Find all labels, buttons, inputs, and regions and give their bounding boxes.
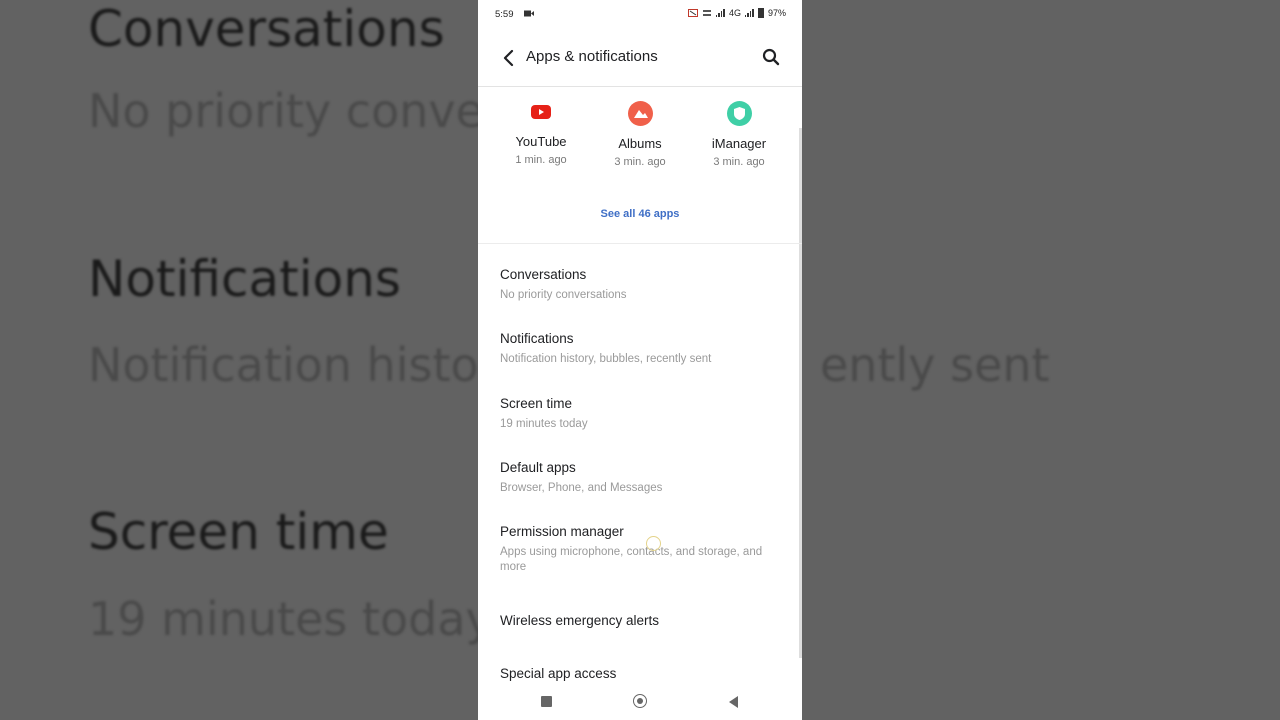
bg-sub-conversations: No priority conver	[88, 84, 503, 138]
item-subtitle: 19 minutes today	[500, 418, 588, 430]
bg-heading-screen-time: Screen time	[88, 503, 389, 561]
app-name: iManager	[711, 136, 767, 151]
section-divider	[478, 243, 802, 244]
video-camera-icon	[524, 10, 534, 17]
home-button[interactable]	[633, 694, 647, 708]
nfc-icon	[687, 9, 698, 17]
see-all-apps-link[interactable]: See all 46 apps	[478, 208, 802, 220]
network-type: 4G	[728, 8, 741, 18]
app-name: Albums	[618, 136, 662, 151]
volte-icon	[702, 10, 711, 16]
status-time: 5:59	[495, 9, 514, 20]
settings-item-conversations[interactable]: Conversations No priority conversations	[500, 266, 780, 303]
search-icon[interactable]	[760, 46, 782, 68]
settings-item-default-apps[interactable]: Default apps Browser, Phone, and Message…	[500, 459, 780, 496]
item-subtitle: Notification history, bubbles, recently …	[500, 353, 712, 365]
navigation-bar	[478, 686, 802, 720]
settings-item-special-app-access[interactable]: Special app access	[500, 665, 780, 683]
touch-indicator	[646, 536, 661, 551]
item-title: Wireless emergency alerts	[500, 613, 660, 628]
battery-percent: 97%	[767, 8, 786, 18]
recent-app-youtube[interactable]: YouTube 1 min. ago	[491, 96, 591, 166]
bg-sub-screen-time: 19 minutes today	[88, 592, 493, 646]
battery-icon	[757, 8, 764, 18]
settings-item-wireless-emergency-alerts[interactable]: Wireless emergency alerts	[500, 612, 780, 630]
settings-item-screen-time[interactable]: Screen time 19 minutes today	[500, 395, 780, 432]
item-title: Conversations	[500, 267, 587, 282]
app-last-used: 1 min. ago	[515, 154, 567, 166]
status-bar: 5:59 4G 97%	[478, 0, 802, 28]
nav-back-button[interactable]	[729, 696, 738, 708]
app-bar-divider	[478, 86, 802, 87]
signal-icon-2	[744, 9, 754, 17]
signal-icon-1	[715, 9, 725, 17]
recents-button[interactable]	[541, 696, 552, 707]
phone-screen: 5:59 4G 97% Apps & notifications YouTube…	[478, 0, 802, 720]
item-subtitle: No priority conversations	[500, 289, 627, 301]
bg-heading-notifications: Notifications	[88, 250, 401, 308]
bg-heading-conversations: Conversations	[88, 0, 445, 58]
recent-app-albums[interactable]: Albums 3 min. ago	[590, 96, 690, 168]
app-name: YouTube	[515, 134, 567, 149]
item-title: Screen time	[500, 396, 573, 411]
item-subtitle: Apps using microphone, contacts, and sto…	[500, 546, 763, 573]
albums-icon	[627, 101, 653, 126]
settings-item-notifications[interactable]: Notifications Notification history, bubb…	[500, 330, 780, 367]
app-last-used: 3 min. ago	[713, 156, 765, 168]
item-subtitle: Browser, Phone, and Messages	[500, 482, 663, 494]
page-title: Apps & notifications	[526, 48, 658, 65]
settings-item-permission-manager[interactable]: Permission manager Apps using microphone…	[500, 523, 770, 575]
app-last-used: 3 min. ago	[614, 156, 666, 168]
recent-app-imanager[interactable]: iManager 3 min. ago	[689, 96, 789, 168]
app-bar: Apps & notifications	[478, 36, 802, 78]
imanager-icon	[726, 101, 752, 126]
item-title: Special app access	[500, 666, 617, 681]
item-title: Notifications	[500, 331, 574, 346]
youtube-icon	[531, 105, 551, 119]
recent-apps: YouTube 1 min. ago Albums 3 min. ago iMa…	[478, 96, 802, 186]
back-arrow-icon[interactable]	[498, 47, 520, 69]
bg-sub-notifications-tail: ently sent	[820, 338, 1050, 392]
item-title: Default apps	[500, 460, 576, 475]
status-icons: 4G 97%	[687, 8, 786, 18]
item-title: Permission manager	[500, 524, 624, 539]
bg-sub-notifications: Notification histor	[88, 338, 498, 392]
